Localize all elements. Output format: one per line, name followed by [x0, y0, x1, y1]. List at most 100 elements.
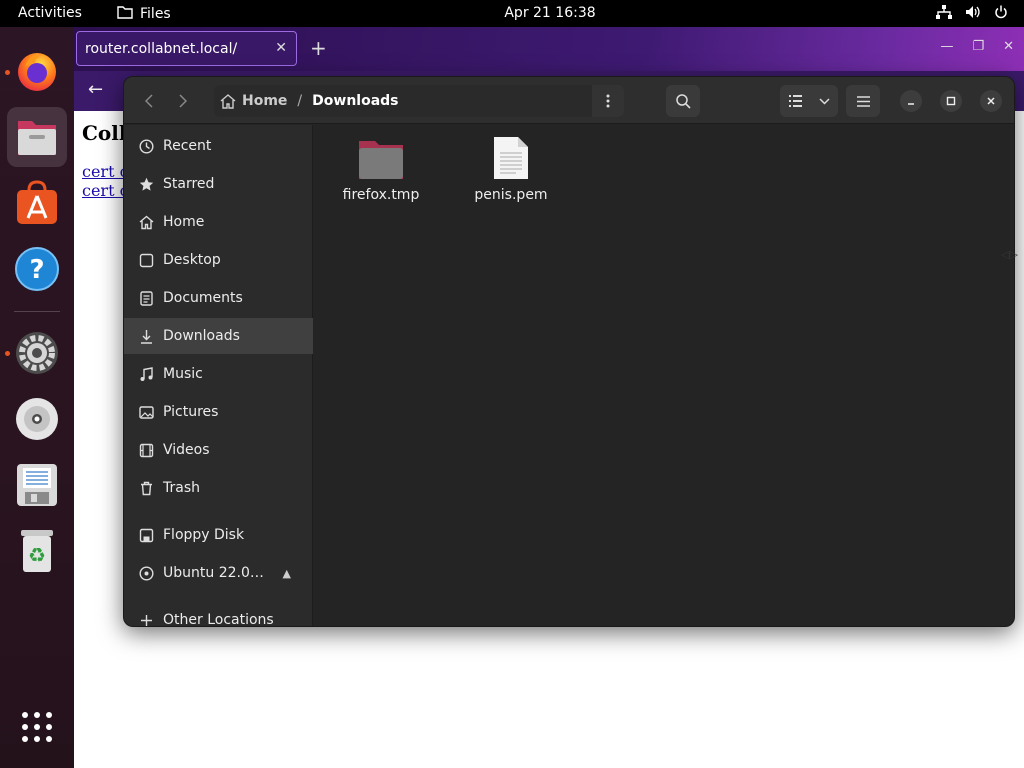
pictures-icon [138, 404, 154, 420]
power-icon[interactable] [994, 5, 1008, 23]
disc-icon [138, 565, 154, 581]
home-icon [138, 214, 154, 230]
help-icon: ? [15, 247, 59, 291]
sidebar-item-label: Desktop [163, 252, 221, 268]
floppy-icon [138, 527, 154, 543]
star-icon [138, 176, 154, 192]
sidebar-item-label: Recent [163, 138, 212, 154]
sidebar-item-home[interactable]: Home [124, 204, 313, 240]
dock-settings[interactable] [7, 323, 67, 383]
sidebar-item-label: Music [163, 366, 203, 382]
places-sidebar: Recent Starred Home Desktop Documents Do… [124, 125, 313, 627]
maximize-icon [946, 96, 956, 106]
path-current[interactable]: Downloads [312, 93, 398, 109]
chevron-right-icon [179, 94, 187, 108]
sidebar-item-other-locations[interactable]: Other Locations [124, 602, 313, 627]
dock-help[interactable]: ? [7, 239, 67, 299]
clock[interactable]: Apr 21 16:38 [0, 5, 1024, 21]
dock-disc[interactable] [7, 389, 67, 449]
maximize-button[interactable] [940, 90, 962, 112]
sidebar-item-label: Ubuntu 22.0… [163, 565, 264, 581]
path-home-label: Home [242, 93, 288, 109]
svg-text:?: ? [29, 255, 44, 285]
plus-icon [138, 612, 154, 626]
sidebar-item-label: Videos [163, 442, 210, 458]
settings-gear-icon [16, 332, 58, 374]
sidebar-item-label: Other Locations [163, 612, 274, 627]
videos-icon [138, 442, 154, 458]
text-file-icon [461, 133, 561, 181]
music-icon [138, 366, 154, 382]
files-window: Home / Downloads Recent Starred Home Des… [123, 76, 1015, 627]
dock: ? ♻ [0, 27, 74, 768]
sidebar-item-downloads[interactable]: Downloads [124, 318, 313, 354]
page-link[interactable]: cert c [82, 181, 129, 200]
header-bar: Home / Downloads [124, 77, 1014, 124]
desktop-icon [138, 252, 154, 268]
file-item-folder[interactable]: firefox.tmp [331, 133, 431, 203]
sidebar-item-label: Starred [163, 176, 215, 192]
sidebar-item-floppy-disk[interactable]: Floppy Disk [124, 517, 313, 553]
page-link[interactable]: cert c [82, 162, 129, 181]
recycle-bin-icon: ♻ [21, 530, 53, 572]
network-icon[interactable] [936, 5, 952, 23]
back-arrow-icon[interactable]: ← [88, 79, 103, 100]
file-name: penis.pem [474, 187, 548, 203]
path-menu-button[interactable] [592, 85, 624, 117]
floppy-disk-icon [17, 464, 57, 506]
home-icon [220, 93, 236, 109]
dock-files[interactable] [7, 107, 67, 167]
sidebar-item-label: Pictures [163, 404, 219, 420]
sidebar-item-videos[interactable]: Videos [124, 432, 313, 468]
eject-icon[interactable]: ▲ [283, 567, 291, 580]
file-view[interactable]: firefox.tmp penis.pem [314, 125, 1014, 626]
chevron-left-icon [145, 94, 153, 108]
sidebar-item-recent[interactable]: Recent [124, 128, 313, 164]
sidebar-item-music[interactable]: Music [124, 356, 313, 392]
dock-floppy[interactable] [7, 455, 67, 515]
search-icon [675, 93, 691, 109]
system-tray[interactable] [936, 5, 1008, 23]
dock-software[interactable] [7, 173, 67, 233]
restore-icon[interactable]: ❐ [972, 39, 984, 54]
main-menu-button[interactable] [846, 85, 880, 117]
downloads-icon [138, 328, 154, 344]
close-icon[interactable]: ✕ [1003, 39, 1014, 54]
search-button[interactable] [666, 85, 700, 117]
sidebar-item-desktop[interactable]: Desktop [124, 242, 313, 278]
view-toggle[interactable] [780, 85, 838, 117]
sidebar-item-label: Home [163, 214, 205, 230]
software-store-icon [17, 180, 57, 224]
dock-trash[interactable]: ♻ [7, 521, 67, 581]
path-home-button[interactable]: Home [220, 93, 287, 109]
close-button[interactable] [980, 90, 1002, 112]
minimize-icon [908, 103, 914, 105]
top-bar: Activities Files Apr 21 16:38 [0, 0, 1024, 27]
vertical-dots-icon [606, 94, 610, 108]
grid-icon [22, 712, 52, 742]
firefox-icon [18, 53, 56, 91]
sidebar-item-ubuntu-disc[interactable]: Ubuntu 22.0… ▲ [124, 555, 313, 591]
sidebar-item-documents[interactable]: Documents [124, 280, 313, 316]
forward-button[interactable] [168, 85, 198, 117]
firefox-tab-bar: router.collabnet.local/ ✕ + — ❐ ✕ [74, 27, 1024, 71]
sidebar-item-starred[interactable]: Starred [124, 166, 313, 202]
browser-tab[interactable]: router.collabnet.local/ ✕ [76, 31, 297, 66]
minimize-button[interactable] [900, 90, 922, 112]
minimize-icon[interactable]: — [940, 39, 953, 54]
back-button[interactable] [134, 85, 164, 117]
sidebar-item-trash[interactable]: Trash [124, 470, 313, 506]
close-tab-icon[interactable]: ✕ [275, 40, 287, 56]
new-tab-icon[interactable]: + [310, 36, 327, 60]
path-bar: Home / Downloads [214, 85, 624, 117]
sidebar-item-label: Downloads [163, 328, 240, 344]
sidebar-item-pictures[interactable]: Pictures [124, 394, 313, 430]
page-heading: Coll [82, 121, 127, 145]
close-icon [987, 97, 995, 105]
dock-firefox[interactable] [7, 41, 67, 101]
trash-icon [138, 480, 154, 496]
sidebar-item-label: Trash [163, 480, 200, 496]
show-apps-button[interactable] [7, 697, 67, 757]
volume-icon[interactable] [965, 5, 981, 23]
file-item-document[interactable]: penis.pem [461, 133, 561, 203]
